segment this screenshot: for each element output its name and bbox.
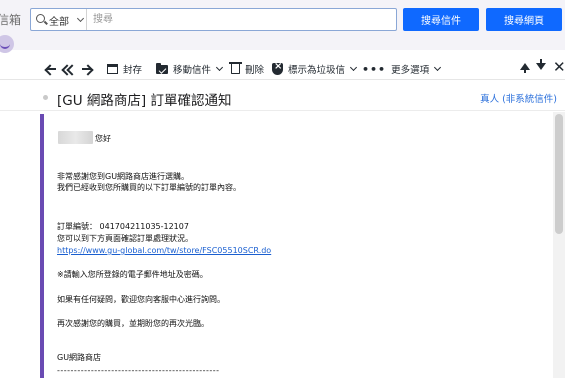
delete-label: 刪除 bbox=[245, 65, 265, 76]
redacted-recipient-name bbox=[58, 131, 93, 144]
search-scope-label: 全部 bbox=[49, 17, 69, 28]
search-box: 全部 bbox=[30, 8, 397, 31]
search-mail-button[interactable]: 搜尋信件 bbox=[403, 8, 479, 31]
sender-type-tag[interactable]: 真人 (非系統信件) bbox=[480, 91, 557, 105]
delete-button[interactable]: 刪除 bbox=[229, 61, 265, 77]
more-options-button[interactable]: ••• 更多選項 bbox=[362, 61, 442, 77]
chevron-down-icon bbox=[434, 63, 442, 72]
search-input[interactable] bbox=[89, 11, 389, 28]
archive-icon bbox=[107, 64, 118, 74]
reply-all-icon bbox=[62, 64, 78, 74]
spam-shield-icon bbox=[272, 61, 283, 75]
body-line: 您可以到下方頁面確認訂單處理狀況。 bbox=[57, 234, 193, 243]
message-toolbar: 封存 移動信件 刪除 標示為垃圾信 ••• 更多選項 ✕ bbox=[0, 58, 565, 80]
body-line: 非常感謝您到GU網路商店進行選購。 bbox=[57, 172, 190, 181]
folder-icon bbox=[156, 62, 168, 74]
close-icon[interactable]: ✕ bbox=[553, 58, 565, 76]
chevron-down-icon bbox=[215, 63, 224, 72]
chevron-down-icon bbox=[76, 14, 85, 23]
more-label: 更多選項 bbox=[391, 65, 430, 76]
chevron-down-icon bbox=[349, 63, 358, 72]
move-button[interactable]: 移動信件 bbox=[156, 61, 224, 77]
message-subject: [GU 網路商店] 訂單確認通知 bbox=[57, 93, 232, 109]
next-message-icon[interactable] bbox=[536, 59, 546, 70]
order-number-line: 訂單編號： 041704211035-12107 bbox=[57, 222, 189, 231]
body-line: 再次感謝您的購買，並期盼您的再次光臨。 bbox=[57, 319, 209, 328]
archive-button[interactable]: 封存 bbox=[107, 61, 142, 77]
back-button[interactable] bbox=[45, 61, 57, 77]
top-bar: 信箱 全部 搜尋信件 搜尋網頁 bbox=[0, 0, 565, 53]
back-arrow-icon bbox=[45, 64, 57, 74]
scrollbar-thumb[interactable] bbox=[555, 114, 563, 234]
store-signature: GU網路商店 bbox=[57, 353, 102, 362]
more-dots-icon: ••• bbox=[362, 62, 387, 76]
archive-label: 封存 bbox=[123, 65, 143, 76]
signature-separator: ----------------------------------------… bbox=[57, 366, 220, 375]
greeting-text: 您好 bbox=[95, 134, 111, 143]
spam-button[interactable]: 標示為垃圾信 bbox=[272, 61, 358, 77]
read-status-dot[interactable] bbox=[43, 95, 48, 100]
message-header: [GU 網路商店] 訂單確認通知 真人 (非系統信件) bbox=[0, 85, 565, 111]
order-status-link[interactable]: https://www.gu-global.com/tw/store/FSC05… bbox=[57, 245, 271, 257]
body-line: 我們已經收到您所購買的以下訂單編號的訂單內容。 bbox=[57, 183, 241, 192]
forward-icon bbox=[81, 64, 93, 74]
reply-all-button[interactable] bbox=[62, 61, 78, 77]
message-scrollbar[interactable] bbox=[553, 112, 565, 378]
search-web-button[interactable]: 搜尋網頁 bbox=[486, 8, 562, 31]
previous-message-icon[interactable] bbox=[520, 63, 530, 73]
accent-bar bbox=[40, 114, 44, 378]
search-scope-dropdown[interactable]: 全部 bbox=[31, 9, 87, 30]
body-line: 如果有任何疑問，歡迎您向客服中心進行詢問。 bbox=[57, 295, 225, 304]
mailbox-title-fragment: 信箱 bbox=[0, 13, 22, 27]
forward-button[interactable] bbox=[81, 61, 93, 77]
search-icon bbox=[36, 14, 45, 23]
move-label: 移動信件 bbox=[173, 65, 212, 76]
avatar[interactable] bbox=[0, 35, 14, 53]
trash-icon bbox=[229, 62, 242, 74]
spam-label: 標示為垃圾信 bbox=[288, 65, 346, 76]
body-line: ※請輸入您所登錄的電子郵件地址及密碼。 bbox=[57, 270, 208, 279]
